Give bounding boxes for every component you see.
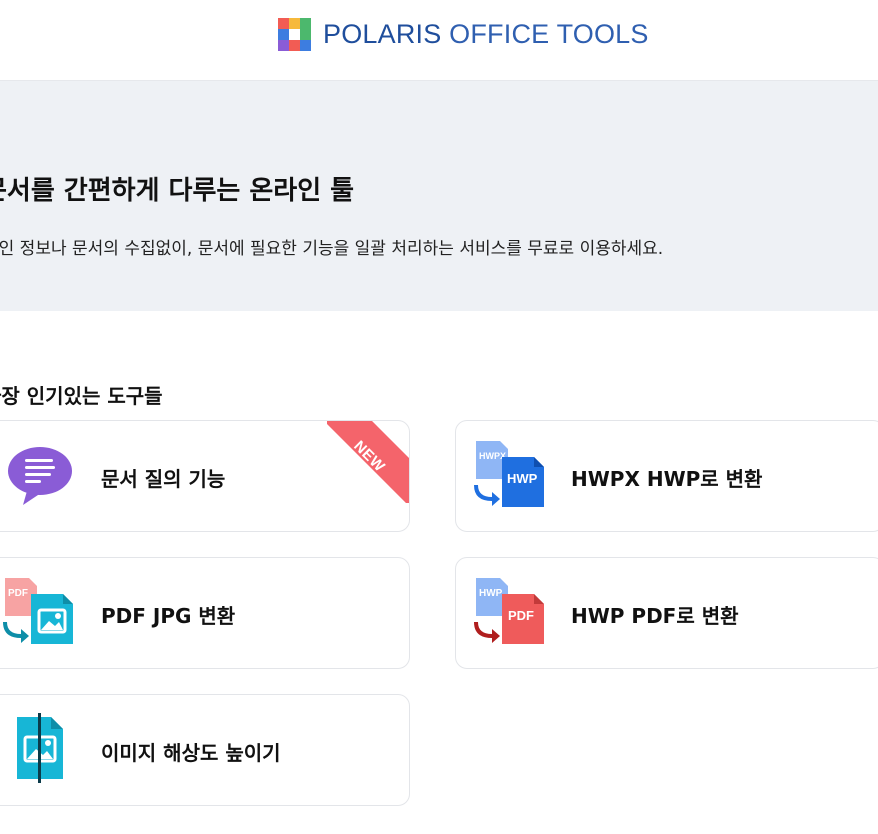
tool-card-label: PDF JPG 변환	[101, 604, 236, 628]
polaris-logo[interactable]: POLARIS OFFICE TOOLS	[278, 17, 649, 51]
tool-card-label: 이미지 해상도 높이기	[101, 741, 281, 765]
logo-text-office-tools: OFFICE TOOLS	[449, 18, 649, 49]
logo-text-polaris: POLARIS	[323, 18, 442, 49]
pdf-to-image-icon: PDF	[3, 578, 73, 644]
popular-tools-title: 가장 인기있는 도구들	[0, 384, 163, 408]
hero-subtitle: 개인 정보나 문서의 수집없이, 문서에 필요한 기능을 일괄 처리하는 서비스…	[0, 239, 664, 259]
image-upscale-icon	[17, 713, 63, 783]
hwp-convert-icon: HWPX HWP	[474, 441, 544, 507]
top-header: POLARIS OFFICE TOOLS	[0, 0, 878, 81]
chat-bubble-icon	[8, 447, 72, 505]
logo-text: POLARIS OFFICE TOOLS	[323, 19, 649, 50]
tool-card-label: 문서 질의 기능	[101, 467, 226, 491]
svg-text:PDF: PDF	[8, 588, 28, 599]
svg-text:HWPX: HWPX	[479, 451, 506, 461]
hwp-to-pdf-icon: HWP PDF	[474, 578, 544, 644]
new-badge: NEW	[327, 421, 409, 503]
svg-text:HWP: HWP	[479, 588, 503, 599]
polaris-logo-mark-icon	[278, 17, 311, 51]
tool-card-label: HWPX HWP로 변환	[571, 467, 763, 491]
svg-text:PDF: PDF	[508, 608, 534, 623]
tool-card-hwp-to-pdf[interactable]: HWP PDF HWP PDF로 변환	[455, 557, 878, 669]
tool-card-pdf-to-jpg[interactable]: PDF PDF JPG 변환	[0, 557, 410, 669]
tool-card-document-query[interactable]: 문서 질의 기능 NEW	[0, 420, 410, 532]
svg-text:HWP: HWP	[507, 471, 538, 486]
tool-card-label: HWP PDF로 변환	[571, 604, 739, 628]
tool-card-image-upscale[interactable]: 이미지 해상도 높이기	[0, 694, 410, 806]
hero-title: 문서를 간편하게 다루는 온라인 툴	[0, 176, 355, 206]
tool-card-hwpx-to-hwp[interactable]: HWPX HWP HWPX HWP로 변환	[455, 420, 878, 532]
